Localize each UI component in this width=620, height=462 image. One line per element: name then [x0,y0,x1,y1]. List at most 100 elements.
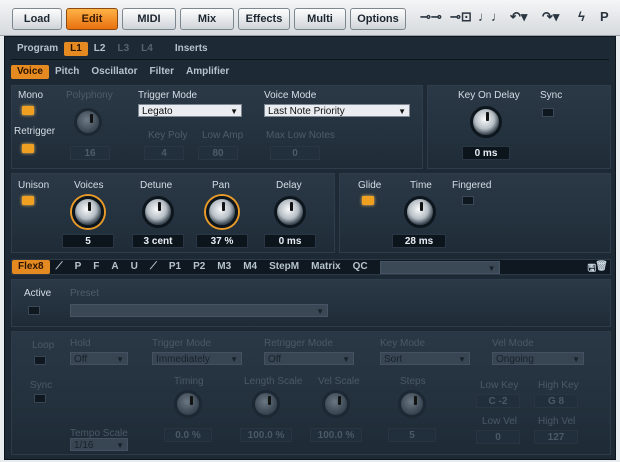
p-icon[interactable]: P [600,9,609,24]
tab-curve-a[interactable]: ⟋ [50,260,69,274]
fingered-toggle[interactable] [462,196,474,205]
tab-l1[interactable]: L1 [64,42,88,56]
tab-p1[interactable]: P1 [163,260,187,274]
length-scale-value[interactable]: 100.0 % [240,428,292,442]
tab-voice[interactable]: Voice [11,65,49,79]
tab-u[interactable]: U [125,260,144,274]
timing-knob[interactable] [174,390,202,418]
tab-inserts[interactable]: Inserts [169,42,214,56]
note-icon[interactable]: ♩♩ [478,9,504,24]
tab-a[interactable]: A [105,260,124,274]
sync-toggle[interactable] [542,108,554,117]
key-poly-value[interactable]: 4 [144,146,184,160]
tab-curve-b[interactable]: ⟋ [144,260,163,274]
max-low-notes-value[interactable]: 0 [270,146,320,160]
tab-m4[interactable]: M4 [237,260,263,274]
glide-time-value[interactable]: 28 ms [392,234,446,248]
retrigger-toggle[interactable] [22,144,34,153]
key-mode-label: Key Mode [380,338,426,349]
low-amp-value[interactable]: 80 [198,146,238,160]
vel-scale-label: Vel Scale [318,376,360,387]
timing-value[interactable]: 0.0 % [164,428,212,442]
preset-select[interactable] [70,304,328,318]
voices-knob[interactable] [72,196,104,228]
steps-value[interactable]: 5 [388,428,436,442]
steps-knob[interactable] [398,390,426,418]
trigger-mode-select[interactable]: Legato [138,104,242,118]
tab-p2[interactable]: P2 [187,260,211,274]
hold-label: Hold [70,338,91,349]
polyphony-knob[interactable] [74,108,102,136]
detune-value[interactable]: 3 cent [132,234,184,248]
voice-mode-select[interactable]: Last Note Priority [264,104,410,118]
options-button[interactable]: Options [350,8,406,30]
key-on-delay-knob[interactable] [470,106,502,138]
load-button[interactable]: Load [12,8,62,30]
tempo-scale-select[interactable]: 1/16 [70,438,128,452]
flex8-settings: Loop Sync Hold Off Trigger Mode Immediat… [11,331,611,455]
pan-knob[interactable] [206,196,238,228]
delete-icon[interactable]: 🗑 [595,261,608,272]
tab-flex8[interactable]: Flex8 [12,260,50,274]
edit-button[interactable]: Edit [66,8,118,30]
voices-value[interactable]: 5 [62,234,114,248]
tab-pitch[interactable]: Pitch [49,65,85,79]
detune-knob[interactable] [142,196,174,228]
connect-icon[interactable]: ⊸⊸ [420,9,442,25]
modulator-tabs: Flex8 ⟋ P F A U ⟋ P1 P2 M3 M4 StepM Matr… [11,259,611,275]
delay-knob[interactable] [274,196,306,228]
unison-panel: Unison Voices 5 Detune 3 cent Pan 37 % D… [11,173,335,253]
tab-stepm[interactable]: StepM [263,260,305,274]
tab-p[interactable]: P [69,260,88,274]
tab-qc[interactable]: QC [347,260,374,274]
trigger-mode-mod-label: Trigger Mode [152,338,212,349]
tab-matrix[interactable]: Matrix [305,260,346,274]
hold-select[interactable]: Off [70,352,128,366]
link-icon[interactable]: ⊸⊡ [450,9,472,25]
low-key-value[interactable]: C -2 [476,394,520,408]
tab-l2[interactable]: L2 [88,42,112,56]
glide-time-knob[interactable] [404,196,436,228]
active-toggle[interactable] [28,306,40,315]
retrigger-mode-select[interactable]: Off [264,352,354,366]
length-scale-knob[interactable] [252,390,280,418]
effects-button[interactable]: Effects [238,8,290,30]
tab-oscillator[interactable]: Oscillator [85,65,143,79]
loop-toggle[interactable] [34,356,46,365]
high-key-value[interactable]: G 8 [534,394,578,408]
undo-icon[interactable]: ↶▾ [510,9,527,25]
low-amp-label: Low Amp [202,130,244,141]
redo-icon[interactable]: ↷▾ [542,9,559,25]
multi-button[interactable]: Multi [294,8,346,30]
key-on-delay-label: Key On Delay [458,90,520,101]
vel-mode-select[interactable]: Ongoing [492,352,584,366]
timing-label: Timing [174,376,204,387]
midi-button[interactable]: MIDI [122,8,176,30]
delay-value[interactable]: 0 ms [264,234,316,248]
trigger-mode-mod-select[interactable]: Immediately [152,352,242,366]
tab-l4[interactable]: L4 [135,42,159,56]
high-key-label: High Key [538,380,579,391]
high-vel-value[interactable]: 127 [534,430,578,444]
tab-filter[interactable]: Filter [144,65,180,79]
vel-scale-value[interactable]: 100.0 % [310,428,362,442]
mono-toggle[interactable] [22,106,34,115]
max-low-notes-label: Max Low Notes [266,130,335,141]
lightning-icon[interactable]: ϟ [578,9,585,24]
low-vel-label: Low Vel [482,416,518,427]
vel-scale-knob[interactable] [322,390,350,418]
sync-mod-toggle[interactable] [34,394,46,403]
tab-m3[interactable]: M3 [211,260,237,274]
key-mode-select[interactable]: Sort [380,352,470,366]
glide-toggle[interactable] [362,196,374,205]
tab-amplifier[interactable]: Amplifier [180,65,235,79]
modulator-preset-select[interactable] [379,260,500,275]
tab-f[interactable]: F [87,260,105,274]
pan-value[interactable]: 37 % [196,234,248,248]
unison-toggle[interactable] [22,196,34,205]
key-on-delay-value[interactable]: 0 ms [462,146,510,160]
polyphony-value[interactable]: 16 [70,146,110,160]
tab-l3[interactable]: L3 [111,42,135,56]
low-vel-value[interactable]: 0 [476,430,520,444]
mix-button[interactable]: Mix [180,8,234,30]
